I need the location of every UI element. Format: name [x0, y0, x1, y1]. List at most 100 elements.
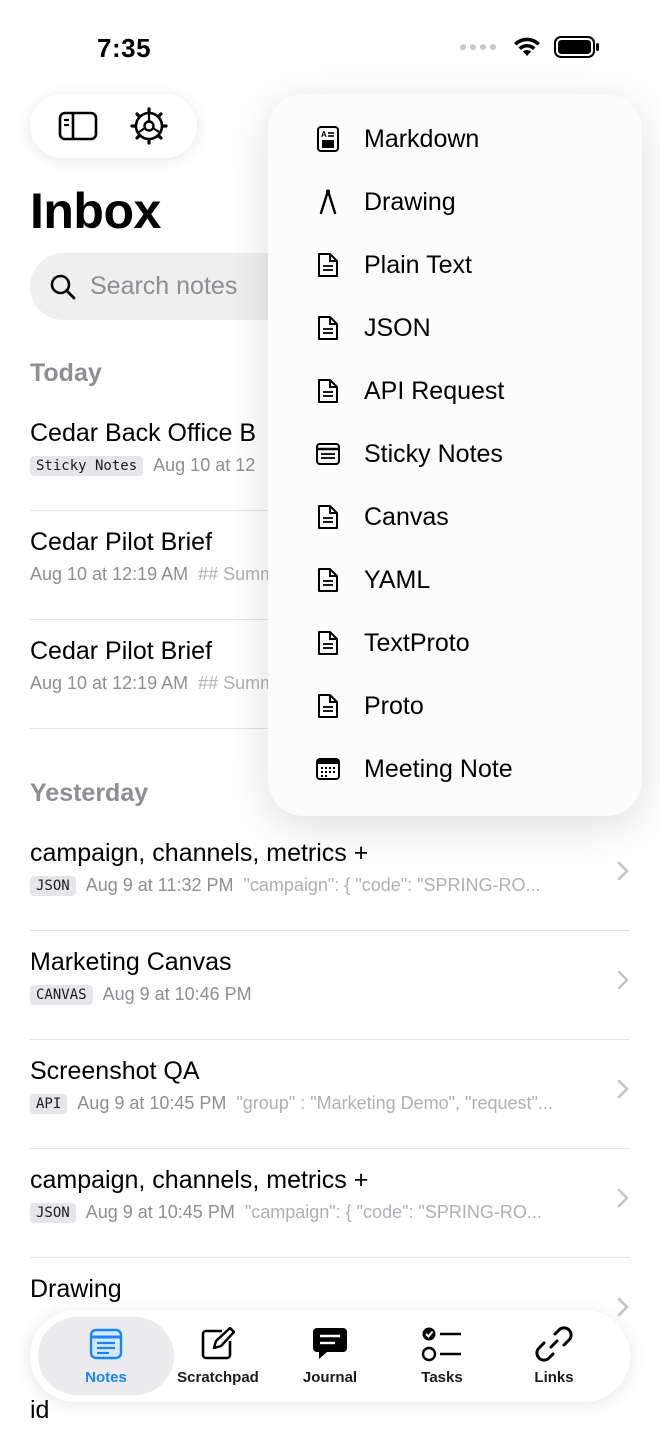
menu-item-meeting-note[interactable]: Meeting Note — [268, 738, 642, 801]
section-header-yesterday: Yesterday — [30, 779, 149, 807]
tab-bar: Notes Scratchpad Journal Tasks Links — [30, 1310, 630, 1402]
note-preview: "group" : "Marketing Demo", "request"... — [236, 1093, 553, 1113]
note-title: Cedar Pilot Brief — [30, 528, 213, 556]
note-title-partial[interactable]: id — [30, 1396, 49, 1425]
menu-item-textproto[interactable]: TextProto — [268, 612, 642, 675]
note-date: Aug 9 at 10:46 PM — [102, 984, 252, 1004]
note-date: Aug 9 at 10:45 PM — [77, 1093, 227, 1113]
note-row[interactable]: campaign, channels, metrics + JSON Aug 9… — [30, 1149, 630, 1258]
chevron-right-icon — [617, 861, 629, 881]
note-date: Aug 9 at 10:45 PM — [85, 1202, 235, 1222]
settings-button[interactable] — [121, 98, 177, 154]
tab-label: Scratchpad — [177, 1369, 259, 1386]
status-bar: 7:35 — [0, 0, 660, 90]
document-icon — [313, 250, 343, 280]
menu-item-sticky-notes[interactable]: Sticky Notes — [268, 423, 642, 486]
menu-item-label: Proto — [364, 692, 424, 720]
note-meta: API Aug 9 at 10:45 PM "group" : "Marketi… — [30, 1093, 590, 1114]
note-title: Drawing — [30, 1275, 122, 1303]
menu-item-api-request[interactable]: API Request — [268, 360, 642, 423]
link-icon — [535, 1326, 573, 1362]
menu-item-label: TextProto — [364, 629, 470, 657]
tab-notes[interactable]: Notes — [50, 1310, 162, 1402]
document-icon — [313, 628, 343, 658]
note-title: Marketing Canvas — [30, 948, 232, 976]
note-title: Cedar Back Office B — [30, 419, 257, 447]
wifi-icon — [514, 37, 540, 56]
pen-nib-icon — [313, 187, 343, 217]
menu-item-label: API Request — [364, 377, 505, 405]
menu-item-label: JSON — [364, 314, 431, 342]
tab-scratchpad[interactable]: Scratchpad — [162, 1310, 274, 1402]
note-date: Aug 10 at 12:19 AM — [30, 564, 189, 584]
note-meta: JSON Aug 9 at 11:32 PM "campaign": { "co… — [30, 875, 590, 896]
menu-item-label: Drawing — [364, 188, 456, 216]
list-note-icon — [313, 439, 343, 469]
menu-item-proto[interactable]: Proto — [268, 675, 642, 738]
note-row[interactable]: Marketing Canvas CANVAS Aug 9 at 10:46 P… — [30, 931, 630, 1040]
menu-item-label: Sticky Notes — [364, 440, 503, 468]
chevron-right-icon — [617, 970, 629, 990]
menu-item-plain-text[interactable]: Plain Text — [268, 234, 642, 297]
tab-tasks[interactable]: Tasks — [386, 1310, 498, 1402]
section-header-today: Today — [30, 359, 102, 387]
note-title: campaign, channels, metrics + — [30, 1166, 369, 1194]
markdown-doc-icon: A — [313, 124, 343, 154]
chevron-right-icon — [617, 1188, 629, 1208]
note-meta: JSON Aug 9 at 10:45 PM "campaign": { "co… — [30, 1202, 590, 1223]
tab-label: Tasks — [421, 1369, 463, 1386]
menu-item-markdown[interactable]: A Markdown — [268, 108, 642, 171]
note-preview: "campaign": { "code": "SPRING-RO... — [244, 1202, 542, 1222]
chevron-right-icon — [617, 1079, 629, 1099]
note-preview: ## Summ — [198, 564, 276, 584]
status-time: 7:35 — [97, 33, 152, 63]
document-icon — [313, 691, 343, 721]
document-icon — [313, 502, 343, 532]
note-type-badge: JSON — [30, 875, 76, 896]
gear-icon — [130, 107, 168, 145]
notes-icon — [89, 1326, 123, 1362]
battery-icon — [554, 36, 599, 58]
menu-item-json[interactable]: JSON — [268, 297, 642, 360]
page-title: Inbox — [30, 183, 161, 239]
tab-label: Links — [534, 1369, 574, 1386]
sidebar-toggle-button[interactable] — [50, 98, 106, 154]
menu-item-label: Plain Text — [364, 251, 472, 279]
note-date: Aug 9 at 11:32 PM — [85, 875, 234, 895]
note-row[interactable]: Screenshot QA API Aug 9 at 10:45 PM "gro… — [30, 1040, 630, 1149]
tab-journal[interactable]: Journal — [274, 1310, 386, 1402]
menu-item-label: YAML — [364, 566, 431, 594]
note-type-badge: JSON — [30, 1202, 76, 1223]
menu-item-label: Meeting Note — [364, 755, 513, 783]
note-type-badge: Sticky Notes — [30, 455, 144, 476]
document-icon — [313, 376, 343, 406]
tab-label: Notes — [85, 1369, 127, 1386]
menu-item-canvas[interactable]: Canvas — [268, 486, 642, 549]
note-preview: ## Summ — [198, 673, 276, 693]
note-type-badge: API — [30, 1093, 68, 1114]
checklist-icon — [421, 1326, 463, 1362]
tab-links[interactable]: Links — [498, 1310, 610, 1402]
compose-icon — [200, 1326, 236, 1362]
menu-item-drawing[interactable]: Drawing — [268, 171, 642, 234]
document-icon — [313, 565, 343, 595]
note-row[interactable]: campaign, channels, metrics + JSON Aug 9… — [30, 822, 630, 931]
search-icon — [50, 274, 76, 299]
note-date: Aug 10 at 12:19 AM — [30, 673, 189, 693]
note-preview: "campaign": { "code": "SPRING-RO... — [243, 875, 541, 895]
top-toolbar — [30, 94, 197, 158]
svg-text:A: A — [321, 130, 327, 139]
tab-label: Journal — [302, 1369, 358, 1386]
menu-item-yaml[interactable]: YAML — [268, 549, 642, 612]
note-type-badge: CANVAS — [30, 984, 93, 1005]
status-icons — [460, 36, 600, 58]
note-title: campaign, channels, metrics + — [30, 839, 369, 867]
new-note-type-menu: A Markdown Drawing Plain Text JSON API R… — [268, 94, 642, 816]
note-date: Aug 10 at 12 — [153, 455, 256, 475]
chevron-right-icon — [617, 1297, 629, 1317]
note-title: Cedar Pilot Brief — [30, 637, 213, 665]
menu-item-label: Markdown — [364, 125, 480, 153]
note-title: Screenshot QA — [30, 1057, 200, 1085]
sidebar-icon — [58, 111, 98, 141]
journal-bubble-icon — [311, 1326, 349, 1362]
